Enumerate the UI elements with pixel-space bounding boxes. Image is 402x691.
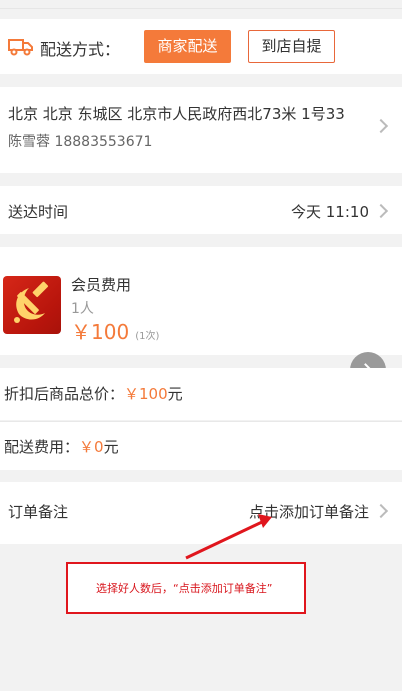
delivery-fee-value: ￥0 bbox=[79, 438, 104, 456]
top-strip bbox=[0, 0, 402, 9]
delivery-fee-unit: 元 bbox=[103, 438, 119, 456]
discount-total-value: ￥100 bbox=[124, 385, 168, 403]
order-remark-label: 订单备注 bbox=[8, 503, 69, 521]
product-name: 会员费用 bbox=[71, 276, 132, 294]
purchase-count: (1次) bbox=[135, 331, 160, 342]
discount-total: 折扣后商品总价：￥100元 bbox=[4, 383, 183, 404]
address-text: 北京 北京 东城区 北京市人民政府西北73米 1号33 bbox=[8, 105, 345, 123]
product-image bbox=[3, 276, 61, 334]
delivery-time-row[interactable]: 送达时间 今天 11:10 bbox=[0, 186, 402, 234]
product-item: 会员费用 1人 ￥100 (1次) bbox=[0, 247, 402, 355]
merchant-delivery-button[interactable]: 商家配送 bbox=[144, 30, 231, 63]
contact-text: 陈雪蓉 18883553671 bbox=[8, 134, 153, 150]
chevron-right-icon bbox=[373, 203, 389, 219]
chevron-right-icon bbox=[373, 503, 389, 519]
order-remark-row[interactable]: 订单备注 点击添加订单备注 bbox=[0, 482, 402, 544]
delivery-fee-row: 配送费用：￥0元 bbox=[0, 421, 402, 470]
product-quantity: 1人 bbox=[71, 301, 94, 317]
delivery-fee-label: 配送费用： bbox=[4, 438, 80, 456]
annotation-text: 选择好人数后，“点击添加订单备注” bbox=[96, 582, 273, 595]
chevron-right-icon bbox=[373, 118, 389, 134]
discount-total-unit: 元 bbox=[167, 385, 183, 403]
delivery-method-section: 配送方式： 商家配送 到店自提 bbox=[0, 19, 402, 74]
discount-total-label: 折扣后商品总价： bbox=[4, 385, 125, 403]
discount-total-row: 折扣后商品总价：￥100元 bbox=[0, 368, 402, 420]
delivery-method-label: 配送方式： bbox=[40, 40, 121, 59]
product-price: ￥100 (1次) bbox=[71, 316, 159, 345]
delivery-time-label: 送达时间 bbox=[8, 203, 69, 221]
address-row[interactable]: 北京 北京 东城区 北京市人民政府西北73米 1号33 陈雪蓉 18883553… bbox=[0, 87, 402, 173]
truck-icon bbox=[8, 39, 33, 56]
annotation-box: 选择好人数后，“点击添加订单备注” bbox=[66, 562, 306, 614]
store-pickup-button[interactable]: 到店自提 bbox=[248, 30, 335, 63]
delivery-time-value: 今天 11:10 bbox=[291, 203, 369, 221]
delivery-fee: 配送费用：￥0元 bbox=[4, 436, 119, 457]
add-remark-link[interactable]: 点击添加订单备注 bbox=[249, 501, 369, 522]
price-value: ￥100 bbox=[71, 320, 130, 344]
hammer-sickle-icon bbox=[14, 281, 49, 323]
